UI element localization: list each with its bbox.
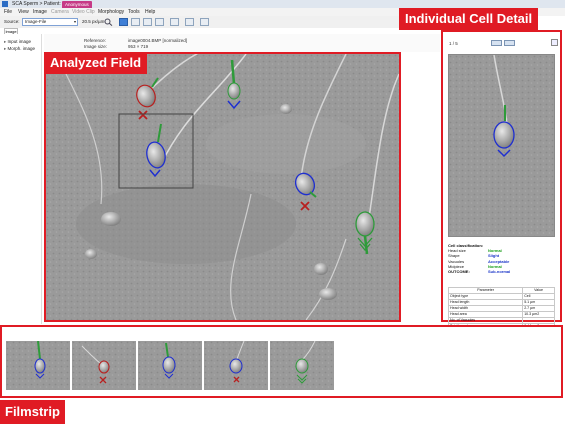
chevron-down-icon: ▾ [73, 19, 76, 24]
menu-morphology[interactable]: Morphology [98, 8, 124, 16]
source-select[interactable]: Image-File ▾ [22, 18, 78, 26]
grid-icon[interactable] [170, 18, 179, 26]
cell-classification: Cell classification: Head size Normal Sha… [448, 243, 555, 274]
classification-label: OUTCOME: [448, 268, 470, 274]
cell-detail-label: Individual Cell Detail [399, 8, 539, 30]
filmstrip-label: Filmstrip [0, 400, 65, 424]
reference-value: image0004.BMP [normalized] [128, 38, 187, 43]
filmstrip-thumb[interactable] [270, 341, 334, 390]
cell-closeup [449, 55, 554, 236]
reference-label: Reference: [84, 38, 107, 43]
menu-file[interactable]: File [4, 8, 12, 16]
tool-button-3[interactable] [143, 18, 152, 26]
source-select-value: Image-File [25, 19, 47, 24]
menu-video-clip[interactable]: Video Clip [72, 8, 95, 16]
cell-detail-image [448, 54, 555, 237]
image-size-label: Image size: [84, 44, 108, 49]
menu-help[interactable]: Help [145, 8, 155, 16]
cell-detail-panel: 1 / 5 Cell classification: Head size Norm… [441, 30, 562, 342]
menu-view[interactable]: View [18, 8, 29, 16]
app-window: SCA Sperm > Patient: Anonymous Anonymous… [0, 0, 565, 426]
export-icon[interactable] [200, 18, 209, 26]
analyzed-field-image[interactable] [44, 52, 401, 322]
tool-button-active[interactable] [119, 18, 128, 26]
tree-item-input-image[interactable]: ▸ Input image [4, 39, 31, 45]
tree-item-morph-image[interactable]: ▸ Morph. image [4, 46, 35, 52]
image-info-bar: Reference: image0004.BMP [normalized] Im… [44, 34, 440, 52]
menu-tools[interactable]: Tools [128, 8, 140, 16]
resolution-value: 20.5 px/µm [82, 19, 105, 24]
toolbar: Source: Image-File ▾ 20.5 px/µm [0, 16, 400, 28]
microscope-field [46, 54, 399, 320]
previous-cell-button[interactable] [491, 40, 502, 46]
save-icon[interactable] [185, 18, 194, 26]
filmstrip-thumb[interactable] [6, 341, 70, 390]
patient-tab[interactable]: Anonymous [62, 1, 92, 8]
tool-button-4[interactable] [155, 18, 164, 26]
filmstrip-thumb[interactable] [204, 341, 268, 390]
filmstrip-thumb[interactable] [72, 341, 136, 390]
tree-item-label: Morph. image [7, 46, 36, 51]
filmstrip [0, 325, 563, 398]
menu-image[interactable]: Image [33, 8, 47, 16]
filmstrip-thumb[interactable] [138, 341, 202, 390]
cell-counter: 1 / 5 [449, 41, 458, 46]
classification-value: Sub-normal [488, 268, 511, 274]
analyzed-field-label: Analyzed Field [44, 52, 148, 74]
app-logo-icon [2, 1, 8, 7]
tree-item-label: Input image [7, 39, 32, 44]
zoom-icon[interactable] [104, 18, 113, 26]
menu-camera[interactable]: Camera [51, 8, 69, 16]
next-cell-button[interactable] [504, 40, 515, 46]
classification-row: OUTCOME: Sub-normal [448, 269, 555, 274]
source-label: Source: [4, 19, 20, 24]
image-tree-panel: ▸ Input image ▸ Morph. image [0, 34, 42, 324]
title-bar: SCA Sperm > Patient: Anonymous Anonymous [0, 0, 565, 8]
image-size-value: 953 × 719 [128, 44, 149, 49]
settings-icon[interactable] [551, 39, 558, 46]
tool-button-2[interactable] [131, 18, 140, 26]
